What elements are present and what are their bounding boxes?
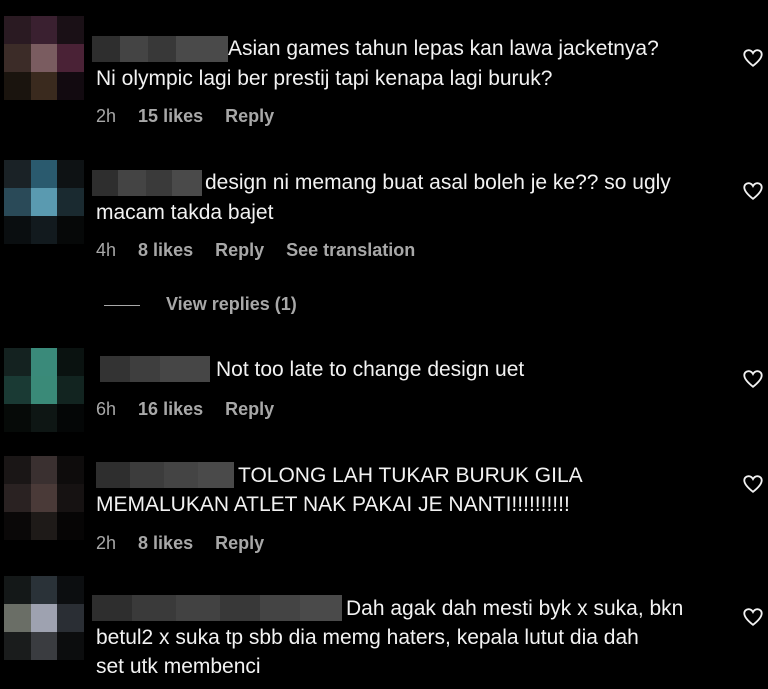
reply-button[interactable]: Reply — [225, 106, 274, 126]
comment-text: set utk membenci — [96, 655, 261, 678]
timestamp: 6h — [96, 399, 117, 419]
avatar[interactable] — [4, 456, 84, 540]
likes-count[interactable]: 8 likes — [138, 240, 193, 260]
replies-divider — [104, 304, 140, 306]
heart-outline-icon[interactable] — [742, 47, 764, 69]
view-replies-button[interactable]: View replies (1) — [104, 294, 297, 318]
comment-text: Not too late to change design uet — [216, 358, 525, 381]
likes-count[interactable]: 16 likes — [138, 399, 203, 419]
comment-text: Dah agak dah mesti byk x suka, bkn — [346, 597, 684, 620]
username-redacted[interactable] — [92, 36, 228, 62]
comment-text: Asian games tahun lepas kan lawa jacketn… — [228, 37, 659, 60]
heart-outline-icon[interactable] — [742, 473, 764, 495]
view-replies-label[interactable]: View replies (1) — [166, 294, 297, 314]
comment-meta: 4h 8 likes Reply See translation — [96, 240, 432, 261]
username-redacted[interactable] — [92, 595, 342, 621]
comment-text: betul2 x suka tp sbb dia memg haters, ke… — [96, 626, 639, 649]
username-redacted[interactable] — [100, 356, 210, 382]
avatar[interactable] — [4, 16, 84, 100]
see-translation-button[interactable]: See translation — [286, 240, 415, 260]
timestamp: 2h — [96, 106, 117, 126]
heart-outline-icon[interactable] — [742, 606, 764, 628]
comment-text: TOLONG LAH TUKAR BURUK GILA — [238, 464, 583, 487]
username-redacted[interactable] — [96, 462, 234, 488]
comment-meta: 2h 15 likes Reply — [96, 106, 291, 127]
reply-button[interactable]: Reply — [215, 533, 264, 553]
comment-text: design ni memang buat asal boleh je ke??… — [205, 171, 671, 194]
avatar[interactable] — [4, 348, 84, 432]
comment-text: MEMALUKAN ATLET NAK PAKAI JE NANTI!!!!!!… — [96, 493, 570, 516]
comment-text: Ni olympic lagi ber prestij tapi kenapa … — [96, 67, 553, 90]
comment-meta: 6h 16 likes Reply — [96, 399, 291, 420]
timestamp: 2h — [96, 533, 117, 553]
likes-count[interactable]: 15 likes — [138, 106, 203, 126]
heart-outline-icon[interactable] — [742, 368, 764, 390]
avatar[interactable] — [4, 576, 84, 660]
reply-button[interactable]: Reply — [225, 399, 274, 419]
heart-outline-icon[interactable] — [742, 180, 764, 202]
timestamp: 4h — [96, 240, 117, 260]
username-redacted[interactable] — [92, 170, 202, 196]
avatar[interactable] — [4, 160, 84, 244]
comment-text: macam takda bajet — [96, 201, 274, 224]
comment-meta: 2h 8 likes Reply — [96, 533, 281, 554]
likes-count[interactable]: 8 likes — [138, 533, 193, 553]
reply-button[interactable]: Reply — [215, 240, 264, 260]
